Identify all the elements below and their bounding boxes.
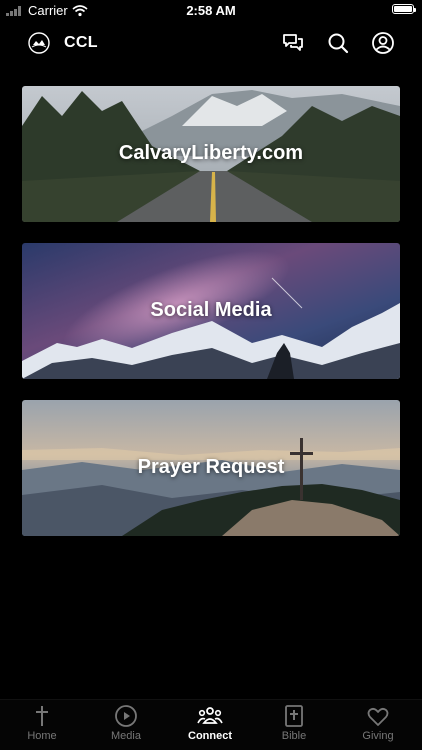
status-time: 2:58 AM [186, 3, 236, 18]
app-title: CCL [64, 34, 98, 51]
tab-bar: Home Media Connect Bible Giving [0, 699, 422, 750]
heart-icon [367, 707, 389, 726]
status-bar: Carrier 2:58 AM [0, 0, 422, 22]
card-social-media[interactable]: Social Media [22, 243, 400, 379]
tab-giving[interactable]: Giving [336, 704, 420, 742]
cross-icon [36, 706, 48, 726]
card-calvaryliberty[interactable]: CalvaryLiberty.com [22, 86, 400, 222]
logo-icon[interactable] [28, 32, 50, 54]
card-prayer-request[interactable]: Prayer Request [22, 400, 400, 536]
card-label: CalvaryLiberty.com [118, 142, 304, 164]
tab-label: Home [27, 730, 57, 742]
status-right [392, 4, 416, 14]
tab-label: Giving [362, 730, 394, 742]
card-label: Social Media [150, 299, 272, 321]
tab-label: Media [111, 730, 141, 742]
app-header: CCL [0, 28, 422, 58]
search-icon[interactable] [326, 31, 350, 55]
profile-icon[interactable] [371, 31, 395, 55]
play-circle-icon [115, 705, 137, 727]
tab-label: Bible [281, 730, 307, 742]
tab-connect[interactable]: Connect [168, 704, 252, 742]
card-label: Prayer Request [137, 456, 285, 478]
tab-bible[interactable]: Bible [252, 704, 336, 742]
tab-home[interactable]: Home [0, 704, 84, 742]
battery-icon [392, 4, 416, 14]
chat-icon[interactable] [281, 31, 305, 55]
tab-label: Connect [188, 730, 232, 742]
people-icon [197, 707, 223, 724]
bible-icon [285, 705, 303, 727]
tab-media[interactable]: Media [84, 704, 168, 742]
